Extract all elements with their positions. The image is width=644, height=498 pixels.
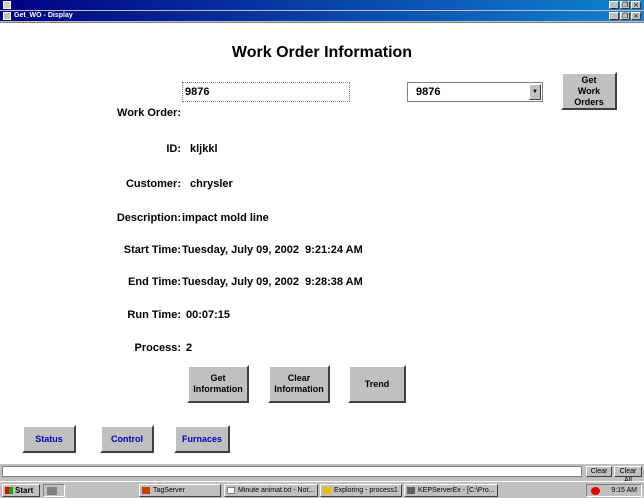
page-title: Work Order Information [231, 44, 413, 61]
start-label: Start [15, 486, 34, 495]
run-time-label: Run Time: [127, 309, 181, 321]
folder-icon [323, 487, 331, 494]
get-information-label-2: Information [193, 384, 243, 394]
get-information-label-1: Get [210, 373, 226, 383]
get-information-button[interactable]: Get Information [187, 365, 249, 403]
get-work-orders-label-1: Get [581, 74, 597, 85]
taskbar: Start TagServer Minute animat.txt - Not.… [0, 481, 644, 498]
furnaces-button[interactable]: Furnaces [174, 425, 230, 453]
close-icon[interactable]: × [631, 1, 641, 9]
task-label: Minute animat.txt - Not... [238, 487, 315, 494]
end-time-value: Tuesday, July 09, 2002 9:28:38 AM [182, 276, 363, 288]
get-work-orders-button[interactable]: Get Work Orders [561, 72, 617, 110]
doc-close-icon[interactable]: × [631, 12, 641, 20]
start-button[interactable]: Start [2, 484, 40, 497]
clear-information-button[interactable]: Clear Information [268, 365, 330, 403]
process-label: Process: [134, 342, 181, 354]
work-order-select-value: 9876 [416, 86, 441, 98]
process-value: 2 [186, 342, 193, 354]
clear-information-label-2: Information [274, 384, 324, 394]
get-work-orders-label-2: Work Orders [574, 85, 604, 107]
run-time-value: 00:07:15 [186, 309, 231, 321]
work-order-label: Work Order: [117, 107, 181, 119]
task-label: Exploring - process1 [334, 487, 398, 494]
work-order-select[interactable]: 9876 ▼ [407, 82, 543, 102]
app-icon[interactable] [3, 1, 11, 9]
document-window-controls: _ ❐ × [609, 12, 641, 20]
work-order-input[interactable]: 9876 [182, 82, 350, 102]
message-field[interactable] [2, 466, 582, 477]
minimize-icon[interactable]: _ [609, 1, 619, 9]
id-value: kljkkl [190, 143, 218, 155]
document-titlebar: Get_WO - Display _ ❐ × [0, 11, 644, 21]
tray-app-icon[interactable] [591, 487, 600, 495]
taskbar-item-kepserver[interactable]: KEPServerEx - [C:\Pro... [404, 484, 498, 497]
taskbar-item-explorer[interactable]: Exploring - process1 [320, 484, 402, 497]
id-label: ID: [166, 143, 181, 155]
doc-minimize-icon[interactable]: _ [609, 12, 619, 20]
status-button[interactable]: Status [22, 425, 76, 453]
end-time-label: End Time: [128, 276, 181, 288]
restore-icon[interactable]: ❐ [620, 1, 630, 9]
document-icon[interactable] [3, 12, 11, 20]
taskbar-item-notepad[interactable]: Minute animat.txt - Not... [224, 484, 318, 497]
clear-information-label-1: Clear [287, 373, 311, 383]
task-label: KEPServerEx - [C:\Pro... [418, 487, 495, 494]
trend-button[interactable]: Trend [348, 365, 406, 403]
system-tray: 9:15 AM [586, 484, 642, 497]
start-time-label: Start Time: [123, 244, 181, 256]
clear-all-button[interactable]: Clear All [614, 466, 642, 484]
notepad-icon [227, 487, 235, 494]
message-bar: Clear Clear All [0, 465, 644, 484]
document-title: Get_WO - Display [14, 12, 73, 19]
customer-label: Customer: [125, 178, 181, 190]
windows-logo-icon [5, 487, 13, 494]
client-area: Work Order Information Work Order: 9876 … [0, 22, 644, 464]
chevron-down-icon[interactable]: ▼ [529, 84, 541, 100]
app-titlebar: _ ❐ × [0, 0, 644, 10]
clear-button[interactable]: Clear [586, 466, 612, 477]
description-label: Description: [116, 212, 181, 224]
task-label: TagServer [153, 487, 185, 494]
customer-value: chrysler [190, 178, 233, 190]
taskbar-item-tagserver[interactable]: TagServer [139, 484, 221, 497]
control-button[interactable]: Control [100, 425, 154, 453]
doc-restore-icon[interactable]: ❐ [620, 12, 630, 20]
description-value: impact mold line [182, 212, 269, 224]
kepserver-icon [407, 487, 415, 494]
start-time-value: Tuesday, July 09, 2002 9:21:24 AM [182, 244, 363, 256]
clock: 9:15 AM [611, 487, 637, 494]
tagserver-icon [142, 487, 150, 494]
app-window-controls: _ ❐ × [609, 1, 641, 9]
quick-launch-icon[interactable] [43, 484, 65, 497]
